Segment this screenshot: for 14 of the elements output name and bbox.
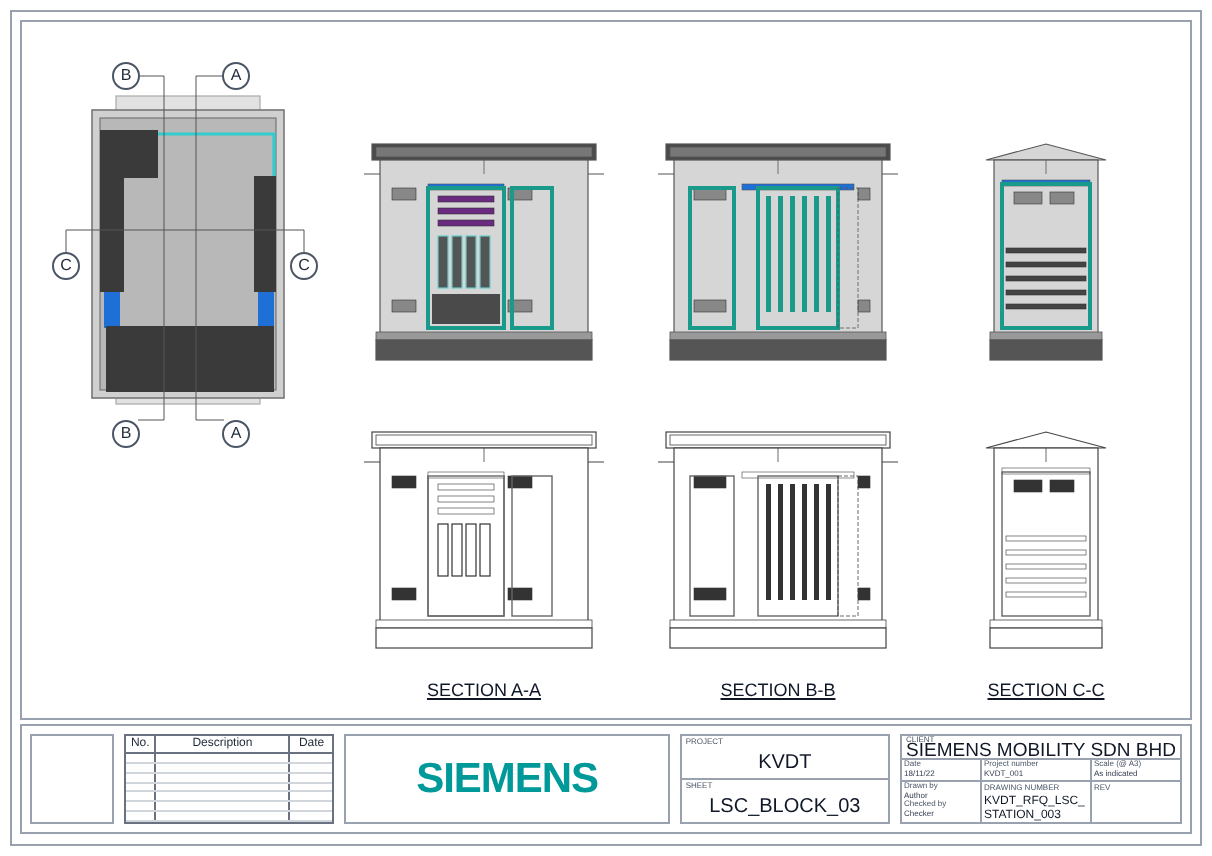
section-title: SECTION A-A <box>426 680 541 700</box>
section-marker: A <box>222 62 250 90</box>
blank-box <box>30 734 115 824</box>
section-marker: B <box>112 420 140 448</box>
section-title: SECTION B-B <box>720 680 836 700</box>
section-title: SECTION C-C <box>987 680 1105 700</box>
section-marker: B <box>112 62 140 90</box>
company-logo: SIEMENS <box>416 753 598 806</box>
sheet-name: LSC_BLOCK_03 <box>707 794 863 822</box>
project-name: KVDT <box>756 750 814 778</box>
section-marker: A <box>222 420 250 448</box>
client-name: SIEMENS MOBILITY SDN BHD <box>906 742 1176 760</box>
section-marker: C <box>52 252 80 280</box>
section-marker: C <box>290 252 318 280</box>
